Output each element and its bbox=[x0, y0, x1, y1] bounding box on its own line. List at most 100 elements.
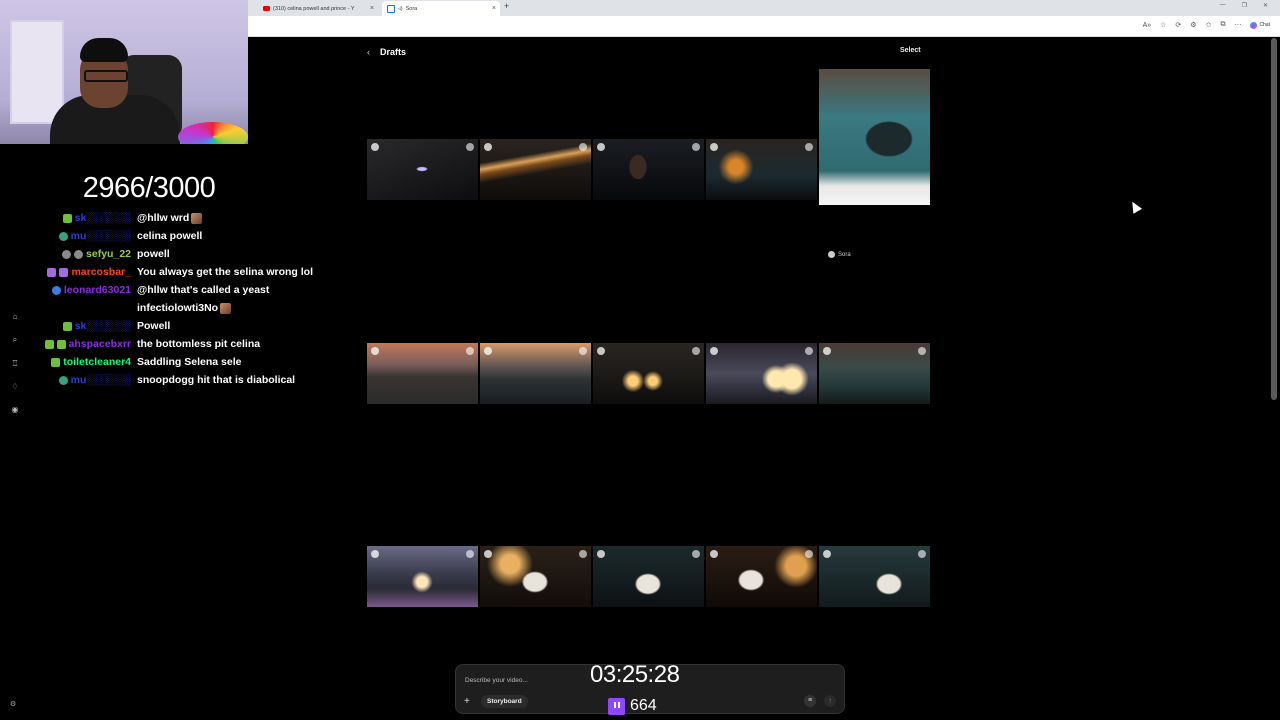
profile-icon[interactable]: ◉ bbox=[12, 405, 19, 414]
draft-thumbnail[interactable] bbox=[819, 343, 930, 404]
more-options-icon[interactable] bbox=[805, 347, 813, 355]
chat-username[interactable]: ahspacebxrr bbox=[69, 335, 131, 353]
chat-message-author: leonard63021 bbox=[0, 281, 131, 299]
favorites-icon[interactable]: ✩ bbox=[1206, 21, 1212, 29]
select-button[interactable]: Select bbox=[900, 47, 921, 54]
read-aloud-icon[interactable]: A» bbox=[1143, 22, 1152, 29]
draft-thumbnail[interactable] bbox=[706, 546, 817, 607]
chat-message-author: sk░░░░░░ bbox=[0, 317, 131, 335]
more-options-icon[interactable] bbox=[918, 347, 926, 355]
chat-text-body: @hllw that's called a yeast infectiolowt… bbox=[137, 284, 270, 314]
chat-text-body: powell bbox=[137, 248, 170, 260]
chat-text-body: You always get the selina wrong lol bbox=[137, 266, 314, 278]
webcam-colorful-ball bbox=[178, 122, 248, 144]
chat-message-author: toiletcleaner4 bbox=[0, 353, 131, 371]
more-menu-icon[interactable]: ⋯ bbox=[1234, 21, 1241, 29]
draft-thumbnail[interactable] bbox=[367, 546, 478, 607]
draft-thumbnail[interactable] bbox=[480, 343, 591, 404]
sora-logo-icon bbox=[484, 550, 492, 558]
draft-thumbnail[interactable] bbox=[480, 546, 591, 607]
extension-puzzle-icon[interactable]: ⚙ bbox=[1190, 21, 1196, 29]
settings-icon[interactable]: ⚙ bbox=[10, 700, 16, 708]
chat-message: mu░░░░░░ snoopdogg hit that is diabolical bbox=[0, 371, 330, 389]
draft-thumbnail[interactable] bbox=[593, 139, 704, 200]
chat-username[interactable]: mu░░░░░░ bbox=[71, 227, 131, 245]
chat-badge-icon bbox=[51, 285, 61, 295]
chat-text-body: Powell bbox=[137, 320, 171, 332]
chat-message-author: mu░░░░░░ bbox=[0, 371, 131, 389]
mouse-cursor-icon bbox=[1127, 199, 1143, 214]
draft-thumbnail[interactable] bbox=[706, 139, 817, 200]
sora-logo-icon bbox=[597, 347, 605, 355]
more-options-icon[interactable] bbox=[692, 143, 700, 151]
chat-username[interactable]: sk░░░░░░ bbox=[75, 209, 131, 227]
draft-thumbnail[interactable] bbox=[593, 546, 704, 607]
sora-logo-icon bbox=[710, 143, 718, 151]
draft-thumbnail[interactable] bbox=[480, 139, 591, 200]
more-options-icon[interactable] bbox=[692, 550, 700, 558]
tab-sora[interactable]: ◃) Sora × bbox=[382, 1, 500, 16]
draft-thumbnail[interactable] bbox=[367, 343, 478, 404]
maximize-icon[interactable]: ❐ bbox=[1242, 2, 1247, 9]
sora-icon bbox=[387, 4, 395, 13]
tab-youtube[interactable]: (310) celina powell and prince - Y × bbox=[258, 1, 378, 16]
chat-username[interactable]: sk░░░░░░ bbox=[75, 317, 131, 335]
sora-logo-icon bbox=[597, 143, 605, 151]
more-options-icon[interactable] bbox=[579, 550, 587, 558]
more-options-icon[interactable] bbox=[466, 550, 474, 558]
chat-text-body: the bottomless pit celina bbox=[137, 338, 261, 350]
close-window-icon[interactable]: ✕ bbox=[1263, 2, 1268, 9]
draft-thumbnail[interactable] bbox=[367, 139, 478, 200]
chat-message: ahspacebxrr the bottomless pit celina bbox=[0, 335, 330, 353]
chat-message: marcosbar_ You always get the selina wron… bbox=[0, 263, 330, 281]
add-media-button[interactable]: + bbox=[464, 696, 470, 707]
sora-logo-icon bbox=[484, 143, 492, 151]
chat-username[interactable]: leonard63021 bbox=[64, 281, 131, 299]
minimize-icon[interactable]: — bbox=[1220, 2, 1226, 9]
more-options-icon[interactable] bbox=[805, 143, 813, 151]
chat-badge-icon bbox=[44, 339, 54, 349]
address-bar[interactable]: A» ☆ ⟳ ⚙ ✩ ⧉ ⋯ Chat bbox=[248, 16, 1280, 37]
more-options-icon[interactable] bbox=[918, 550, 926, 558]
chat-username[interactable]: toiletcleaner4 bbox=[63, 353, 131, 371]
sub-goal-counter: 2966/3000 bbox=[82, 172, 216, 204]
close-tab-icon[interactable]: × bbox=[492, 5, 496, 12]
stream-chat: sk░░░░░░ @hllw wrd mu░░░░░░ celina powell se… bbox=[0, 209, 330, 389]
favorite-star-icon[interactable]: ☆ bbox=[1160, 21, 1166, 29]
chat-username[interactable]: sefyu_22 bbox=[86, 245, 131, 263]
settings-sliders-button[interactable]: ≡ bbox=[804, 695, 816, 707]
chat-message-author: mu░░░░░░ bbox=[0, 227, 131, 245]
chat-text: Saddling Selena sele bbox=[137, 353, 327, 371]
draft-thumbnail[interactable] bbox=[819, 546, 930, 607]
chat-username[interactable]: marcosbar_ bbox=[71, 263, 131, 281]
chat-badge-icon bbox=[51, 357, 61, 367]
storyboard-button[interactable]: Storyboard bbox=[481, 695, 528, 708]
collections-icon[interactable]: ⧉ bbox=[1220, 21, 1225, 29]
new-tab-button[interactable]: + bbox=[504, 1, 509, 11]
tab-label: Sora bbox=[405, 5, 418, 12]
extensions-icon[interactable]: ⟳ bbox=[1175, 21, 1181, 29]
more-options-icon[interactable] bbox=[466, 143, 474, 151]
more-options-icon[interactable] bbox=[805, 550, 813, 558]
chat-emote-icon bbox=[191, 212, 203, 224]
chat-badge-icon bbox=[62, 249, 72, 259]
chat-text-body: Saddling Selena sele bbox=[137, 356, 242, 368]
chat-text: @hllw that's called a yeast infectiolowt… bbox=[137, 281, 327, 317]
send-button[interactable]: ↑ bbox=[824, 695, 836, 707]
chat-badge-icon bbox=[74, 249, 84, 259]
draft-thumbnail-large[interactable] bbox=[819, 69, 930, 205]
chat-username[interactable]: mu░░░░░░ bbox=[71, 371, 131, 389]
speaker-icon[interactable]: ◃) bbox=[398, 6, 403, 12]
draft-thumbnail[interactable] bbox=[706, 343, 817, 404]
chevron-left-icon[interactable]: ‹ bbox=[367, 47, 370, 57]
more-options-icon[interactable] bbox=[579, 143, 587, 151]
copilot-button[interactable]: Chat bbox=[1250, 21, 1270, 29]
scrollbar[interactable] bbox=[1271, 38, 1277, 400]
sora-logo-icon bbox=[484, 347, 492, 355]
more-options-icon[interactable] bbox=[579, 347, 587, 355]
more-options-icon[interactable] bbox=[692, 347, 700, 355]
close-tab-icon[interactable]: × bbox=[370, 5, 374, 12]
more-options-icon[interactable] bbox=[466, 347, 474, 355]
chat-text: powell bbox=[137, 245, 327, 263]
draft-thumbnail[interactable] bbox=[593, 343, 704, 404]
